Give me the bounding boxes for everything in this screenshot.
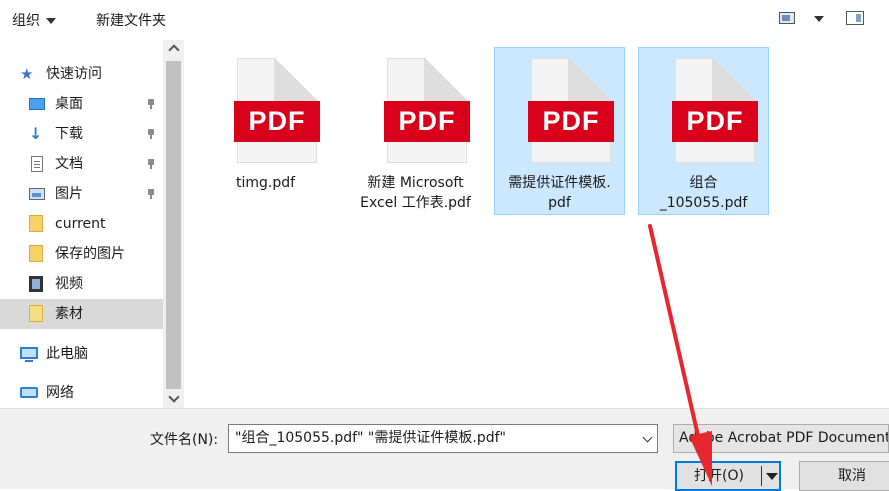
nav-label: 保存的图片 xyxy=(55,246,125,262)
filename-value: "组合_105055.pdf" "需提供证件模板.pdf" xyxy=(235,430,506,446)
filetype-select[interactable]: Adobe Acrobat PDF Document xyxy=(673,424,889,453)
pdf-label: PDF xyxy=(234,101,320,142)
document-icon xyxy=(31,156,43,172)
scroll-up-button[interactable] xyxy=(163,40,184,58)
chevron-up-icon xyxy=(167,44,180,56)
scroll-down-button[interactable] xyxy=(163,390,184,408)
preview-pane-icon[interactable] xyxy=(846,11,864,25)
pdf-page-fold xyxy=(424,57,468,101)
network-icon xyxy=(20,387,38,398)
file-list: PDF timg.pdf PDF 新建 Microsoft Excel 工作表.… xyxy=(184,40,889,408)
scrollbar-thumb[interactable] xyxy=(166,61,181,389)
navigation-pane: ★ 快速访问 桌面 ↓ 下载 文档 图片 current 保存的图片 视频 素材… xyxy=(0,40,163,408)
chevron-down-icon xyxy=(167,391,180,403)
picture-icon xyxy=(29,188,45,200)
download-arrow-icon: ↓ xyxy=(29,124,43,143)
nav-item-documents[interactable]: 文档 xyxy=(0,149,163,179)
view-options-chevron-icon[interactable] xyxy=(814,16,824,22)
file-item-combined[interactable]: PDF 组合 _105055.pdf xyxy=(638,47,769,215)
nav-item-desktop[interactable]: 桌面 xyxy=(0,89,163,119)
nav-label: 图片 xyxy=(55,186,83,202)
pin-icon xyxy=(147,99,155,109)
nav-label: 桌面 xyxy=(55,96,83,112)
chevron-down-icon xyxy=(46,18,56,24)
nav-label: 文档 xyxy=(55,156,83,172)
chevron-down-icon[interactable] xyxy=(642,432,653,443)
organize-label: 组织 xyxy=(12,13,40,29)
nav-item-pictures[interactable]: 图片 xyxy=(0,179,163,209)
nav-item-saved-pictures[interactable]: 保存的图片 xyxy=(0,239,163,269)
nav-item-downloads[interactable]: ↓ 下载 xyxy=(0,119,163,149)
pdf-file-icon: PDF xyxy=(234,57,320,163)
pdf-file-icon: PDF xyxy=(528,57,614,163)
folder-icon xyxy=(29,305,43,322)
filename-label: 文件名(N): xyxy=(150,432,219,448)
computer-icon xyxy=(20,347,38,362)
pin-icon xyxy=(147,159,155,169)
cancel-button[interactable]: 取消 xyxy=(799,461,889,491)
nav-label: 快速访问 xyxy=(46,66,102,82)
folder-icon xyxy=(29,245,43,262)
file-name: 组合 _105055.pdf xyxy=(659,175,748,211)
pdf-page-fold xyxy=(274,57,318,101)
desktop-icon xyxy=(29,98,45,110)
toolbar: 组织 新建文件夹 xyxy=(0,0,889,40)
pdf-file-icon: PDF xyxy=(672,57,758,163)
pdf-label: PDF xyxy=(528,101,614,142)
view-mode-icon[interactable] xyxy=(779,12,795,24)
file-item-timg[interactable]: PDF timg.pdf xyxy=(200,47,331,215)
star-icon: ★ xyxy=(20,65,34,83)
nav-item-materials[interactable]: 素材 xyxy=(0,299,163,329)
open-dropdown-icon[interactable] xyxy=(766,473,778,480)
nav-scrollbar[interactable] xyxy=(163,40,184,408)
file-name: 新建 Microsoft Excel 工作表.pdf xyxy=(360,175,471,211)
open-button[interactable]: 打开(O) xyxy=(675,461,781,491)
pin-icon xyxy=(147,129,155,139)
open-label: 打开(O) xyxy=(694,468,744,484)
pin-icon xyxy=(147,189,155,199)
pdf-label: PDF xyxy=(384,101,470,142)
pdf-label: PDF xyxy=(672,101,758,142)
video-icon xyxy=(29,276,43,292)
file-name: 需提供证件模板. pdf xyxy=(508,175,611,211)
pdf-page-fold xyxy=(568,57,612,101)
nav-item-videos[interactable]: 视频 xyxy=(0,269,163,299)
new-folder-button[interactable]: 新建文件夹 xyxy=(96,10,166,30)
nav-label: 此电脑 xyxy=(46,346,88,362)
filename-input[interactable]: "组合_105055.pdf" "需提供证件模板.pdf" xyxy=(228,424,658,453)
nav-this-pc[interactable]: 此电脑 xyxy=(0,339,163,369)
nav-label: 视频 xyxy=(55,276,83,292)
pdf-file-icon: PDF xyxy=(384,57,470,163)
nav-network[interactable]: 网络 xyxy=(0,378,163,408)
organize-button[interactable]: 组织 xyxy=(12,10,56,30)
dialog-footer: 文件名(N): "组合_105055.pdf" "需提供证件模板.pdf" Ad… xyxy=(0,408,889,491)
nav-label: 下载 xyxy=(55,126,83,142)
pdf-page-fold xyxy=(712,57,756,101)
file-name: timg.pdf xyxy=(235,175,296,191)
file-item-id-template[interactable]: PDF 需提供证件模板. pdf xyxy=(494,47,625,215)
nav-label: 素材 xyxy=(55,306,83,322)
folder-icon xyxy=(29,215,43,232)
file-item-excel[interactable]: PDF 新建 Microsoft Excel 工作表.pdf xyxy=(350,47,481,215)
split-divider xyxy=(761,466,762,486)
nav-label: current xyxy=(55,216,106,232)
nav-item-current[interactable]: current xyxy=(0,209,163,239)
filetype-value: Adobe Acrobat PDF Document xyxy=(679,430,889,446)
nav-quick-access[interactable]: ★ 快速访问 xyxy=(0,59,163,89)
nav-label: 网络 xyxy=(46,385,74,401)
